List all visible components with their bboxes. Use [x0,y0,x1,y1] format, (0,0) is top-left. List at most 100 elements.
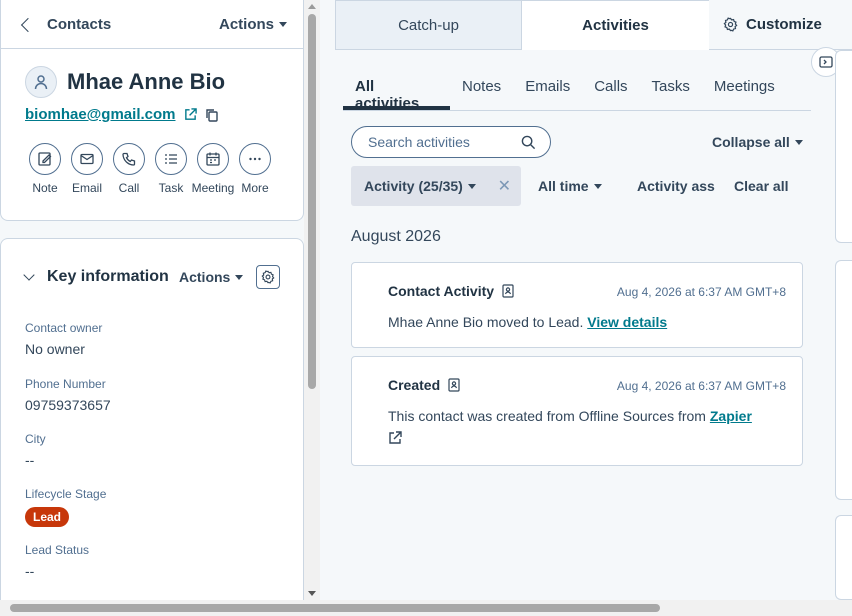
email-action-label: Email [71,181,102,195]
chevron-down-icon[interactable] [23,269,35,281]
field-value: -- [25,563,35,579]
contact-card-icon [448,378,460,392]
lead-status-field[interactable]: Lead Status -- [25,543,89,579]
caret-down-icon [279,21,287,27]
meeting-action-circle[interactable] [197,143,229,175]
field-label: Contact owner [25,321,103,335]
caret-down-icon [235,274,244,280]
right-sidebar-card [835,515,852,600]
scroll-down-arrow-icon[interactable] [308,591,316,596]
tab-catch-up[interactable]: Catch-up [335,0,522,50]
scrollbar-thumb[interactable] [10,604,660,612]
tab-activities[interactable]: Activities [522,0,709,50]
contact-card-icon [502,284,514,298]
key-information-title[interactable]: Key information [47,268,169,286]
email-icon [80,153,94,165]
back-chevron-icon[interactable] [20,17,36,32]
email-action-circle[interactable] [71,143,103,175]
activity-card[interactable]: Contact Activity Aug 4, 2026 at 6:37 AM … [351,262,803,348]
person-icon [34,75,48,90]
task-action-circle[interactable] [155,143,187,175]
more-action-circle[interactable] [239,143,271,175]
close-icon[interactable]: ✕ [498,176,511,196]
contacts-header: Contacts Actions [1,0,303,49]
property-settings-button[interactable] [256,265,281,289]
lifecycle-stage-badge: Lead [25,507,70,527]
email-action[interactable]: Email [71,143,103,195]
call-action-circle[interactable] [113,143,145,175]
activity-body: This contact was created from Offline So… [388,405,788,451]
task-action-label: Task [158,181,184,195]
clear-all-button[interactable]: Clear all [734,178,788,194]
search-activities [351,126,551,158]
copy-icon[interactable] [205,108,219,122]
key-information-actions-button[interactable]: Actions [179,269,244,285]
scroll-up-arrow-icon[interactable] [308,4,316,9]
month-heading: August 2026 [351,228,441,245]
contact-actions-button[interactable]: Actions [219,16,287,33]
activity-text: This contact was created from Offline So… [388,408,706,424]
back-to-contacts-link[interactable]: Contacts [47,16,219,33]
search-input[interactable] [368,134,508,150]
tab-notes[interactable]: Notes [450,64,513,110]
left-sidebar: Contacts Actions Mhae Anne Bio biomhae@g… [0,0,304,616]
quick-actions: Note Email Call Task Meeting More [29,143,271,195]
zapier-link[interactable]: Zapier [710,408,752,424]
field-label: Lifecycle Stage [25,487,107,501]
city-field[interactable]: City -- [25,432,46,468]
activity-body: Mhae Anne Bio moved to Lead. View detail… [388,311,788,333]
caret-down-icon [794,139,803,145]
panel-toggle-icon [819,56,833,68]
right-sidebar-card [835,260,852,500]
tab-calls[interactable]: Calls [582,64,639,110]
note-action-circle[interactable] [29,143,61,175]
view-details-link[interactable]: View details [587,314,667,330]
collapse-all-button[interactable]: Collapse all [712,134,803,150]
activity-filter-chip[interactable]: Activity (25/35) ✕ [351,166,521,206]
horizontal-scrollbar[interactable] [0,600,852,616]
tab-meetings[interactable]: Meetings [702,64,787,110]
call-action-label: Call [118,181,140,195]
key-information-actions-label: Actions [179,269,231,285]
call-action[interactable]: Call [113,143,145,195]
contact-actions-label: Actions [218,15,274,33]
contact-email-link[interactable]: biomhae@gmail.com [25,106,176,123]
external-link-icon[interactable] [388,431,402,445]
search-icon[interactable] [521,135,536,150]
key-information-header: Key information Actions [23,265,281,289]
note-action[interactable]: Note [29,143,61,195]
more-action[interactable]: More [239,143,271,195]
activity-header: Created [388,377,460,393]
left-panel-scrollbar[interactable] [304,0,320,600]
field-label: City [25,432,46,446]
field-label: Phone Number [25,377,106,391]
phone-number-field[interactable]: Phone Number 09759373657 [25,377,111,413]
tab-all-activities[interactable]: All activities [343,64,450,112]
meeting-action[interactable]: Meeting [192,143,234,195]
meeting-action-label: Meeting [191,181,235,195]
activity-assigned-filter[interactable]: Activity assigned to [637,178,715,194]
collapse-all-label: Collapse all [712,134,790,150]
more-action-label: More [241,181,269,195]
scrollbar-thumb[interactable] [308,14,316,389]
external-link-icon[interactable] [184,108,197,121]
all-time-filter[interactable]: All time [538,178,602,194]
tab-tasks[interactable]: Tasks [640,64,702,110]
caret-down-icon [593,183,602,189]
avatar[interactable] [25,66,57,98]
caret-down-icon [467,183,476,189]
customize-label: Customize [746,16,822,33]
field-value: 09759373657 [25,397,111,413]
activity-timestamp: Aug 4, 2026 at 6:37 AM GMT+8 [616,379,786,393]
note-action-label: Note [32,181,58,195]
lifecycle-stage-field[interactable]: Lifecycle Stage Lead [25,487,106,527]
note-icon [38,152,52,166]
activity-timestamp: Aug 4, 2026 at 6:37 AM GMT+8 [616,285,786,299]
contact-owner-field[interactable]: Contact owner No owner [25,321,102,357]
activity-card[interactable]: Created Aug 4, 2026 at 6:37 AM GMT+8 Thi… [351,356,803,466]
task-action[interactable]: Task [155,143,187,195]
tab-emails[interactable]: Emails [513,64,582,110]
activity-title: Created [388,377,441,393]
customize-button[interactable]: Customize [709,0,852,50]
field-label: Lead Status [25,543,90,557]
